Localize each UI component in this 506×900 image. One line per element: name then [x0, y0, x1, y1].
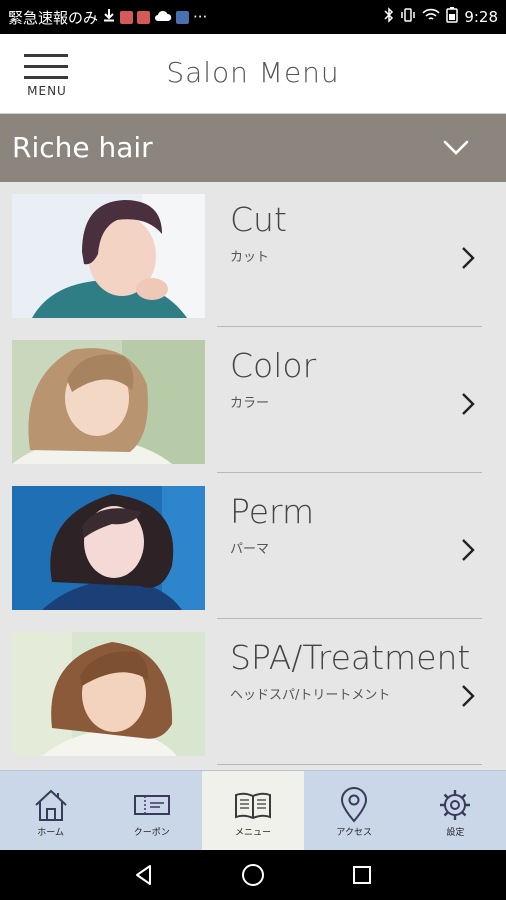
salon-selector[interactable]: Riche hair — [0, 114, 506, 182]
status-bar: 緊急速報のみ ··· 9:28 — [0, 0, 506, 34]
chevron-right-icon — [462, 247, 475, 269]
color-model-photo — [12, 340, 205, 464]
chevron-right-icon — [462, 539, 475, 561]
cloud-icon — [154, 8, 172, 26]
tab-settings[interactable]: 設定 — [405, 771, 506, 850]
recents-square-icon — [352, 866, 371, 884]
download-icon — [102, 8, 116, 26]
spa-model-photo — [12, 632, 205, 756]
notification-text: 緊急速報のみ — [8, 8, 99, 27]
menu-item-cut[interactable]: Cut カット — [0, 182, 506, 328]
cut-thumbnail — [12, 194, 205, 318]
item-divider — [217, 326, 482, 327]
system-nav-bar — [0, 850, 506, 900]
chevron-down-icon — [443, 140, 469, 155]
gmail-icon — [137, 10, 151, 24]
gear-icon — [440, 790, 471, 820]
menu-item-spa-treatment[interactable]: SPA/Treatment ヘッドスパ/トリートメント — [0, 620, 506, 766]
tab-label: メニュー — [235, 828, 272, 838]
bluetooth-icon — [384, 7, 394, 27]
item-divider — [217, 618, 482, 619]
cut-model-photo — [12, 194, 205, 318]
wifi-icon — [422, 8, 440, 26]
app-screen: 緊急速報のみ ··· 9:28 MENU Salon Menu Riche ha… — [0, 0, 506, 900]
menu-item-subtitle: ヘッドスパ/トリートメント — [230, 688, 391, 703]
menu-item-color[interactable]: Color カラー — [0, 328, 506, 474]
status-time: 9:28 — [464, 8, 498, 26]
status-left: 緊急速報のみ ··· — [8, 7, 384, 28]
item-divider — [217, 764, 482, 765]
map-pin-icon — [341, 787, 368, 823]
menu-item-title: Perm — [230, 492, 315, 531]
back-button[interactable] — [124, 855, 164, 895]
book-icon — [235, 792, 271, 820]
bottom-tab-bar: ホーム クーポン メニュー アクセス 設定 — [0, 770, 506, 850]
tab-label: ホーム — [37, 828, 64, 838]
salon-name: Riche hair — [12, 131, 153, 164]
page-title: Salon Menu — [166, 56, 340, 89]
back-triangle-icon — [136, 865, 152, 885]
home-circle-icon — [241, 864, 264, 886]
perm-model-photo — [12, 486, 205, 610]
status-right: 9:28 — [384, 7, 498, 27]
item-divider — [217, 472, 482, 473]
recents-button[interactable] — [342, 855, 382, 895]
tab-menu[interactable]: メニュー — [202, 771, 304, 850]
vibrate-icon — [400, 7, 416, 27]
chevron-right-icon — [462, 393, 475, 415]
spa-thumbnail — [12, 632, 205, 756]
perm-thumbnail — [12, 486, 205, 610]
battery-icon — [446, 7, 459, 27]
tab-label: クーポン — [133, 828, 170, 838]
tab-label: 設定 — [446, 828, 465, 838]
tab-coupon[interactable]: クーポン — [101, 771, 202, 850]
menu-item-title: Cut — [230, 200, 287, 239]
coupon-icon — [133, 795, 170, 815]
menu-item-subtitle: カラー — [230, 396, 270, 411]
menu-item-subtitle: カット — [230, 250, 270, 265]
gmail-icon — [120, 10, 134, 24]
app-header: MENU Salon Menu — [0, 34, 506, 114]
chevron-right-icon — [462, 685, 475, 707]
home-icon — [34, 789, 67, 821]
menu-list: Cut カット Color カラー Perm パーマ SPA/Treatment… — [0, 182, 506, 770]
app-icon — [176, 10, 190, 24]
menu-item-title: Color — [230, 346, 317, 385]
tab-label: アクセス — [336, 828, 372, 838]
menu-item-title: SPA/Treatment — [230, 638, 471, 677]
tab-home[interactable]: ホーム — [0, 771, 101, 850]
tab-access[interactable]: アクセス — [304, 771, 405, 850]
menu-item-perm[interactable]: Perm パーマ — [0, 474, 506, 620]
color-thumbnail — [12, 340, 205, 464]
home-nav-button[interactable] — [233, 855, 273, 895]
more-indicator: ··· — [193, 8, 208, 26]
menu-item-subtitle: パーマ — [230, 542, 270, 557]
